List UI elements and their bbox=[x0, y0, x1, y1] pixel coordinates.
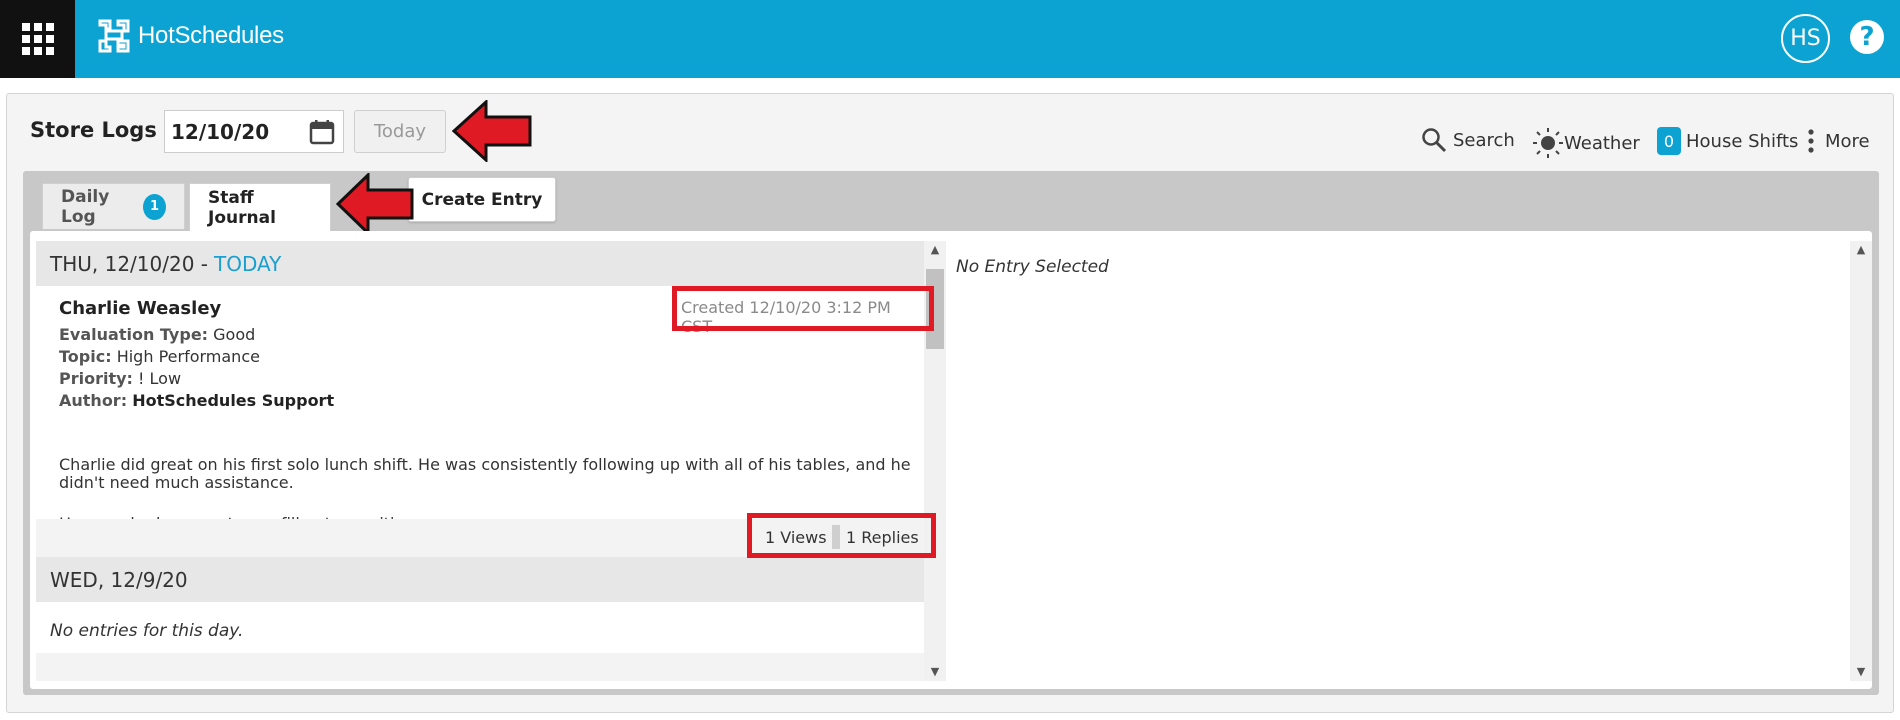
day-header: WED, 12/9/20 bbox=[36, 557, 924, 602]
entry-body-paragraph: Charlie did great on his first solo lunc… bbox=[59, 455, 911, 492]
entry-employee-name: Charlie Weasley bbox=[59, 298, 222, 319]
top-bar: HotSchedules HS ? bbox=[0, 0, 1900, 78]
entry-detail-pane: No Entry Selected bbox=[949, 241, 1849, 681]
search-label: Search bbox=[1453, 129, 1515, 151]
day-header-today: TODAY bbox=[214, 251, 282, 276]
topic-label: Topic: bbox=[59, 347, 112, 366]
replies-count[interactable]: 1 Replies bbox=[846, 528, 919, 547]
topic-value: High Performance bbox=[116, 347, 260, 366]
hotschedules-logo-icon bbox=[98, 19, 130, 53]
scroll-up-icon[interactable]: ▲ bbox=[924, 241, 946, 259]
scroll-down-icon[interactable]: ▼ bbox=[924, 663, 946, 681]
apps-grid-icon bbox=[21, 23, 54, 55]
entry-details: Evaluation Type: Good Topic: High Perfor… bbox=[59, 324, 909, 412]
annotation-arrow-icon bbox=[452, 100, 532, 162]
list-spacer bbox=[36, 653, 924, 681]
date-input[interactable]: 12/10/20 bbox=[164, 110, 344, 153]
create-entry-button[interactable]: Create Entry bbox=[408, 177, 556, 222]
house-shifts-button[interactable]: 0 House Shifts bbox=[1657, 127, 1798, 155]
author-value: HotSchedules Support bbox=[132, 391, 335, 410]
today-button[interactable]: Today bbox=[354, 110, 446, 153]
brand-name: HotSchedules bbox=[138, 22, 284, 49]
journal-panes: THU, 12/10/20 - TODAY Charlie Weasley Cr… bbox=[30, 231, 1872, 689]
scroll-down-icon[interactable]: ▼ bbox=[1850, 663, 1872, 681]
journal-content: Create Entry Daily Log 1 Staff Journal T… bbox=[23, 171, 1879, 695]
date-value: 12/10/20 bbox=[171, 119, 270, 144]
more-label: More bbox=[1825, 130, 1870, 152]
store-logs-panel: Store Logs 12/10/20 Today Search Weather… bbox=[6, 93, 1894, 713]
day-header-date: WED, 12/9/20 bbox=[50, 567, 188, 592]
daily-log-badge: 1 bbox=[143, 193, 166, 220]
weather-button[interactable]: Weather bbox=[1532, 127, 1640, 159]
tab-staff-journal[interactable]: Staff Journal bbox=[189, 183, 331, 232]
day-header: THU, 12/10/20 - TODAY bbox=[36, 241, 924, 286]
brand-logo[interactable]: HotSchedules bbox=[96, 17, 284, 55]
tab-daily-log[interactable]: Daily Log 1 bbox=[42, 183, 185, 229]
page-title: Store Logs bbox=[30, 118, 157, 142]
scrollbar-thumb[interactable] bbox=[926, 269, 944, 349]
house-shifts-label: House Shifts bbox=[1686, 130, 1799, 152]
day-header-date: THU, 12/10/20 - bbox=[50, 251, 209, 276]
entry-footer: 1 Views 1 Replies bbox=[36, 519, 924, 557]
footer-divider bbox=[832, 525, 840, 549]
list-scrollbar[interactable]: ▲ ▼ bbox=[924, 241, 946, 681]
views-count[interactable]: 1 Views bbox=[765, 528, 827, 547]
annotation-arrow-icon bbox=[336, 173, 414, 235]
evaluation-label: Evaluation Type: bbox=[59, 325, 209, 344]
author-label: Author: bbox=[59, 391, 128, 410]
no-entries-message: No entries for this day. bbox=[50, 621, 244, 641]
tab-staff-journal-label: Staff Journal bbox=[208, 188, 276, 228]
no-entry-selected-message: No Entry Selected bbox=[956, 257, 1109, 277]
entry-list[interactable]: THU, 12/10/20 - TODAY Charlie Weasley Cr… bbox=[36, 241, 924, 681]
detail-scrollbar[interactable]: ▲ ▼ bbox=[1850, 241, 1872, 681]
scroll-up-icon[interactable]: ▲ bbox=[1850, 241, 1872, 259]
calendar-icon[interactable] bbox=[309, 119, 335, 145]
evaluation-value: Good bbox=[213, 325, 256, 344]
search-icon bbox=[1422, 128, 1447, 153]
sun-icon bbox=[1533, 128, 1563, 158]
help-button[interactable]: ? bbox=[1850, 20, 1884, 54]
journal-entry[interactable]: Charlie Weasley Created 12/10/20 3:12 PM… bbox=[36, 286, 924, 533]
user-avatar[interactable]: HS bbox=[1781, 14, 1830, 63]
more-vertical-icon bbox=[1808, 129, 1814, 153]
priority-value: ! Low bbox=[138, 369, 182, 388]
tab-daily-log-label: Daily Log bbox=[61, 186, 110, 227]
search-button[interactable]: Search bbox=[1421, 127, 1515, 153]
priority-label: Priority: bbox=[59, 369, 133, 388]
apps-menu-button[interactable] bbox=[0, 0, 75, 78]
more-button[interactable]: More bbox=[1805, 127, 1870, 155]
weather-label: Weather bbox=[1564, 132, 1640, 154]
house-shifts-count: 0 bbox=[1657, 127, 1681, 155]
